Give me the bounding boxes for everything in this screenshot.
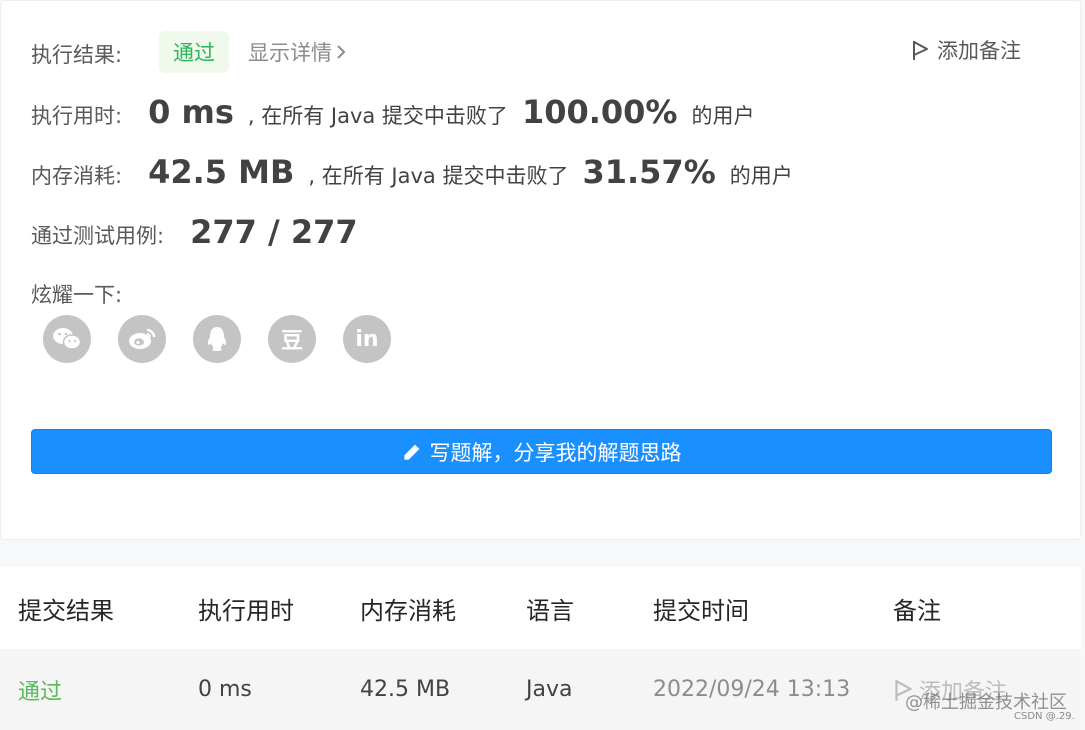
write-solution-label: 写题解，分享我的解题思路 <box>429 440 682 465</box>
header-memory: 内存消耗 <box>360 596 456 625</box>
douban-glyph: 豆 <box>280 329 303 354</box>
linkedin-glyph: in <box>355 326 379 352</box>
share-label: 炫耀一下: <box>31 283 123 307</box>
table-header: 提交结果 执行用时 内存消耗 语言 提交时间 备注 <box>0 567 1081 649</box>
pencil-icon <box>403 444 419 460</box>
row-language: Java <box>526 677 573 702</box>
status-badge: 通过 <box>159 31 229 73</box>
runtime-beat-text: , 在所有 Java 提交中击败了 <box>247 104 508 128</box>
row-memory: 42.5 MB <box>360 677 451 702</box>
header-status: 提交结果 <box>18 596 114 625</box>
qq-icon[interactable] <box>193 315 241 363</box>
douban-icon[interactable]: 豆 <box>268 315 316 363</box>
memory-row: 内存消耗: 42.5 MB , 在所有 Java 提交中击败了 31.57% 的… <box>31 153 793 191</box>
tests-label: 通过测试用例: <box>31 224 165 248</box>
header-note: 备注 <box>893 596 941 625</box>
row-time: 2022/09/24 13:13 <box>653 677 851 702</box>
tests-row: 通过测试用例: 277 / 277 <box>31 213 372 251</box>
share-icons: 豆 in <box>43 315 391 363</box>
chevron-right-icon <box>337 45 346 59</box>
memory-beat-text: , 在所有 Java 提交中击败了 <box>308 164 569 188</box>
header-language: 语言 <box>526 596 574 625</box>
row-status-link[interactable]: 通过 <box>18 674 62 706</box>
wechat-icon[interactable] <box>43 315 91 363</box>
tests-value: 277 / 277 <box>190 213 358 251</box>
memory-label: 内存消耗: <box>31 164 123 188</box>
memory-suffix: 的用户 <box>729 164 793 188</box>
runtime-row: 执行用时: 0 ms , 在所有 Java 提交中击败了 100.00% 的用户 <box>31 93 754 131</box>
memory-percent: 31.57% <box>582 153 716 191</box>
flag-icon <box>913 41 928 60</box>
add-note-label: 添加备注 <box>937 39 1021 63</box>
result-card: 执行结果: 通过 显示详情 添加备注 执行用时: 0 ms , 在所有 Java… <box>0 0 1081 540</box>
header-time: 提交时间 <box>653 596 749 625</box>
show-details-link[interactable]: 显示详情 <box>248 37 346 67</box>
result-label: 执行结果: <box>31 43 123 67</box>
runtime-percent: 100.00% <box>521 93 678 131</box>
linkedin-icon[interactable]: in <box>343 315 391 363</box>
header-runtime: 执行用时 <box>198 596 294 625</box>
memory-value: 42.5 MB <box>148 153 295 191</box>
show-details-label: 显示详情 <box>248 41 332 65</box>
csdn-watermark: CSDN @.29. <box>1014 711 1075 722</box>
row-runtime: 0 ms <box>198 677 252 702</box>
write-solution-button[interactable]: 写题解，分享我的解题思路 <box>31 429 1052 474</box>
add-note-button[interactable]: 添加备注 <box>911 35 1021 65</box>
runtime-value: 0 ms <box>148 93 234 131</box>
weibo-icon[interactable] <box>118 315 166 363</box>
runtime-label: 执行用时: <box>31 104 123 128</box>
runtime-suffix: 的用户 <box>691 104 755 128</box>
